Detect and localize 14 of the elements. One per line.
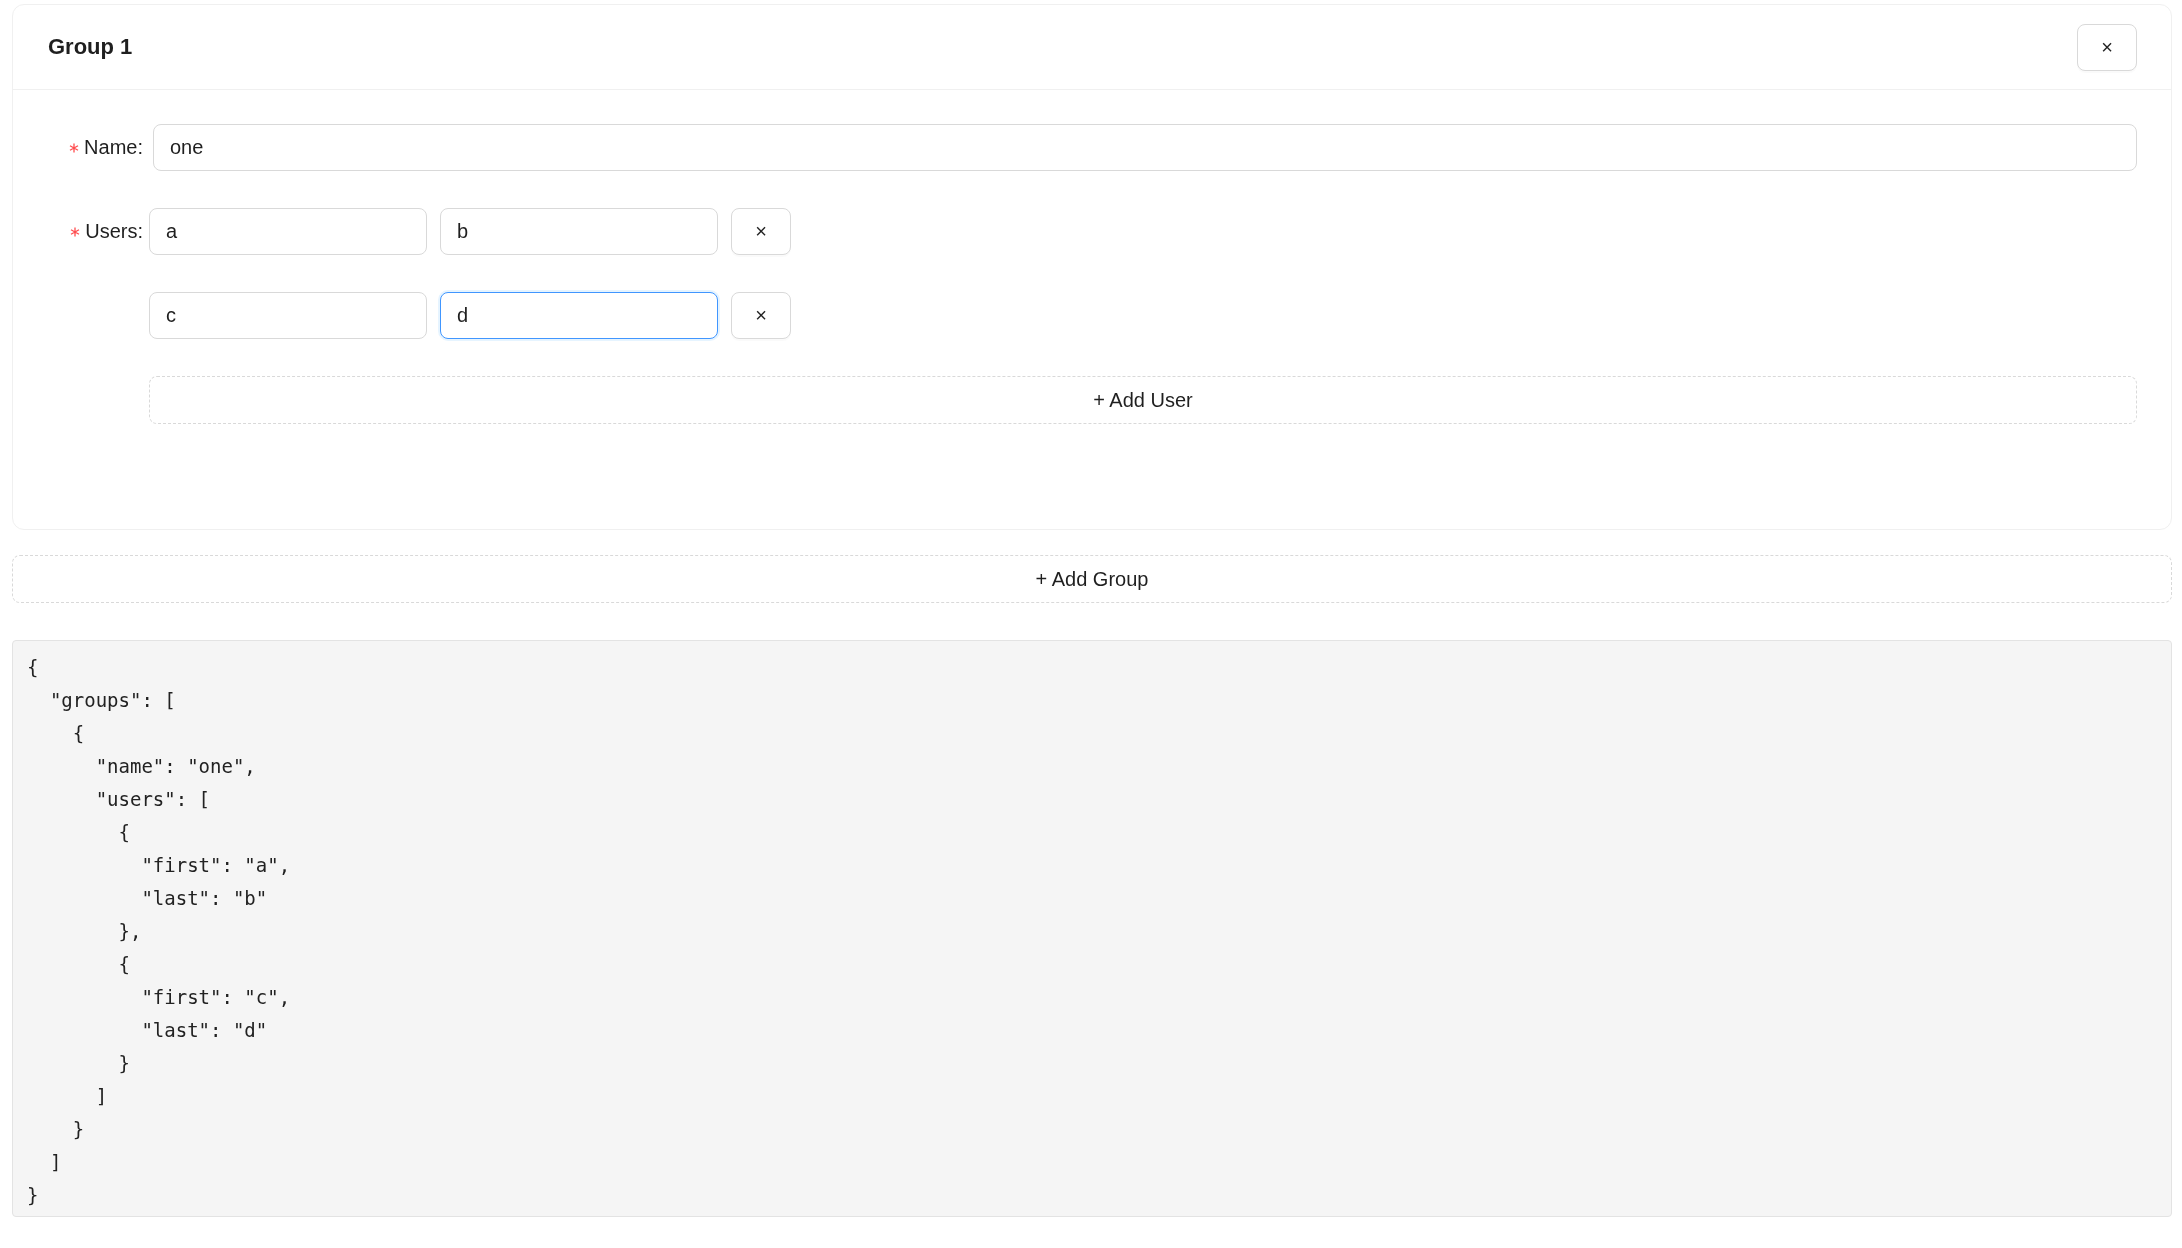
text-field[interactable]: b (440, 208, 718, 255)
card-title: Group 1 (48, 34, 133, 60)
add-group-button[interactable]: + Add Group (12, 555, 2172, 603)
close-button[interactable]: × (2077, 23, 2137, 71)
field-label: Users: (85, 220, 143, 243)
json-output: { "groups": [ { "name": "one", "users": [ { "first": "a", "last": "b" }, { "first": "c", "last": "d" } ] } ] } (27, 655, 291, 1208)
remove-button[interactable]: × (731, 208, 791, 255)
remove-button[interactable]: × (731, 292, 791, 339)
field-label: Name: (84, 136, 143, 159)
text-field[interactable]: a (149, 208, 427, 255)
text-field[interactable]: d (440, 292, 718, 339)
text-field[interactable]: one (153, 124, 2137, 171)
text-field[interactable]: c (149, 292, 427, 339)
add-user-button[interactable]: + Add User (149, 376, 2137, 424)
